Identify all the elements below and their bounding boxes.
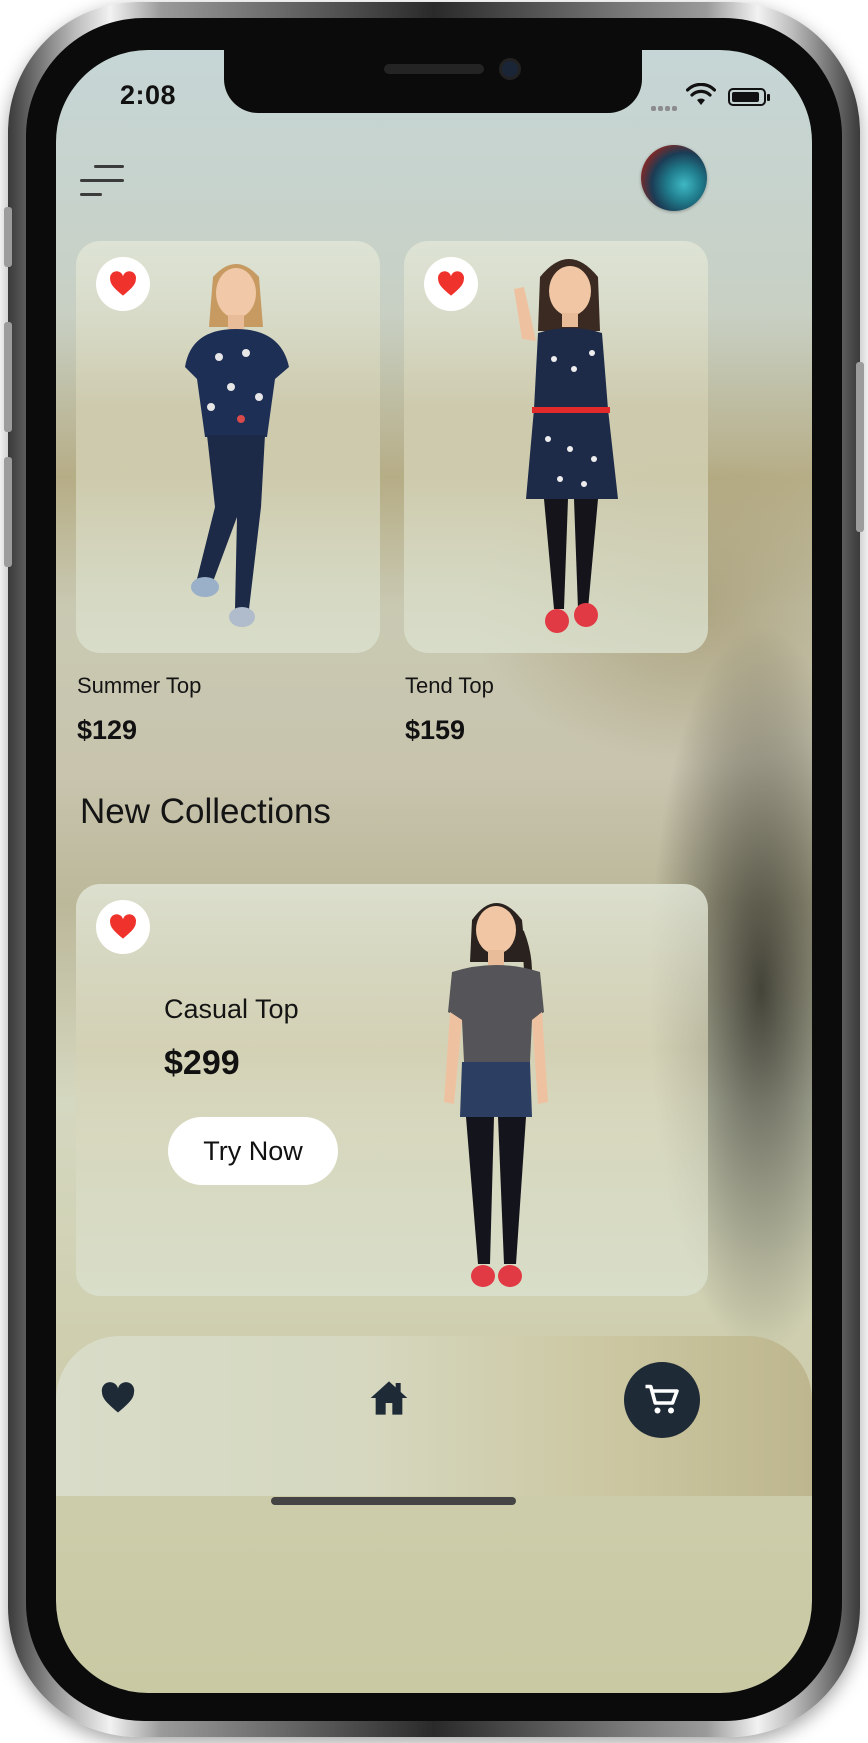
heart-icon: [438, 271, 464, 296]
product-price: $129: [77, 715, 138, 745]
try-now-button[interactable]: Try Now: [168, 1117, 338, 1185]
model-image: [514, 259, 618, 633]
heart-icon: [110, 914, 136, 939]
cart-button[interactable]: [624, 1362, 700, 1438]
featured-price: $299: [164, 1044, 240, 1082]
product-name: Tend Top: [405, 673, 494, 698]
favorite-button[interactable]: [96, 900, 150, 954]
model-image: [444, 903, 548, 1287]
featured-card[interactable]: [76, 884, 708, 1296]
wifi-icon: [686, 83, 716, 105]
cart-icon: [645, 1384, 679, 1414]
product-name: Summer Top: [77, 673, 202, 698]
home-indicator[interactable]: [271, 1497, 516, 1505]
model-image: [185, 264, 289, 627]
product-card[interactable]: [76, 241, 380, 653]
heart-icon[interactable]: [100, 1382, 136, 1414]
mute-switch: [4, 207, 12, 267]
product-card[interactable]: [404, 241, 708, 653]
front-camera: [499, 58, 521, 80]
bottom-nav: [56, 1336, 812, 1496]
home-icon[interactable]: [369, 1378, 409, 1418]
menu-icon[interactable]: [80, 165, 124, 199]
favorite-button[interactable]: [424, 257, 478, 311]
section-title: New Collections: [80, 792, 331, 831]
notch: [224, 50, 642, 113]
app-screen: 2:08 Summer Top $129 Tend Top $159 New C…: [56, 50, 812, 1693]
battery-icon: [728, 88, 770, 106]
power-button: [856, 362, 864, 532]
status-time: 2:08: [120, 80, 177, 110]
favorite-button[interactable]: [96, 257, 150, 311]
heart-icon: [110, 271, 136, 296]
speaker-grille: [384, 64, 484, 74]
signal-icon: [651, 98, 681, 111]
product-price: $159: [405, 715, 466, 745]
avatar[interactable]: [641, 145, 707, 211]
volume-down-button: [4, 457, 12, 567]
featured-name: Casual Top: [164, 994, 299, 1024]
volume-up-button: [4, 322, 12, 432]
